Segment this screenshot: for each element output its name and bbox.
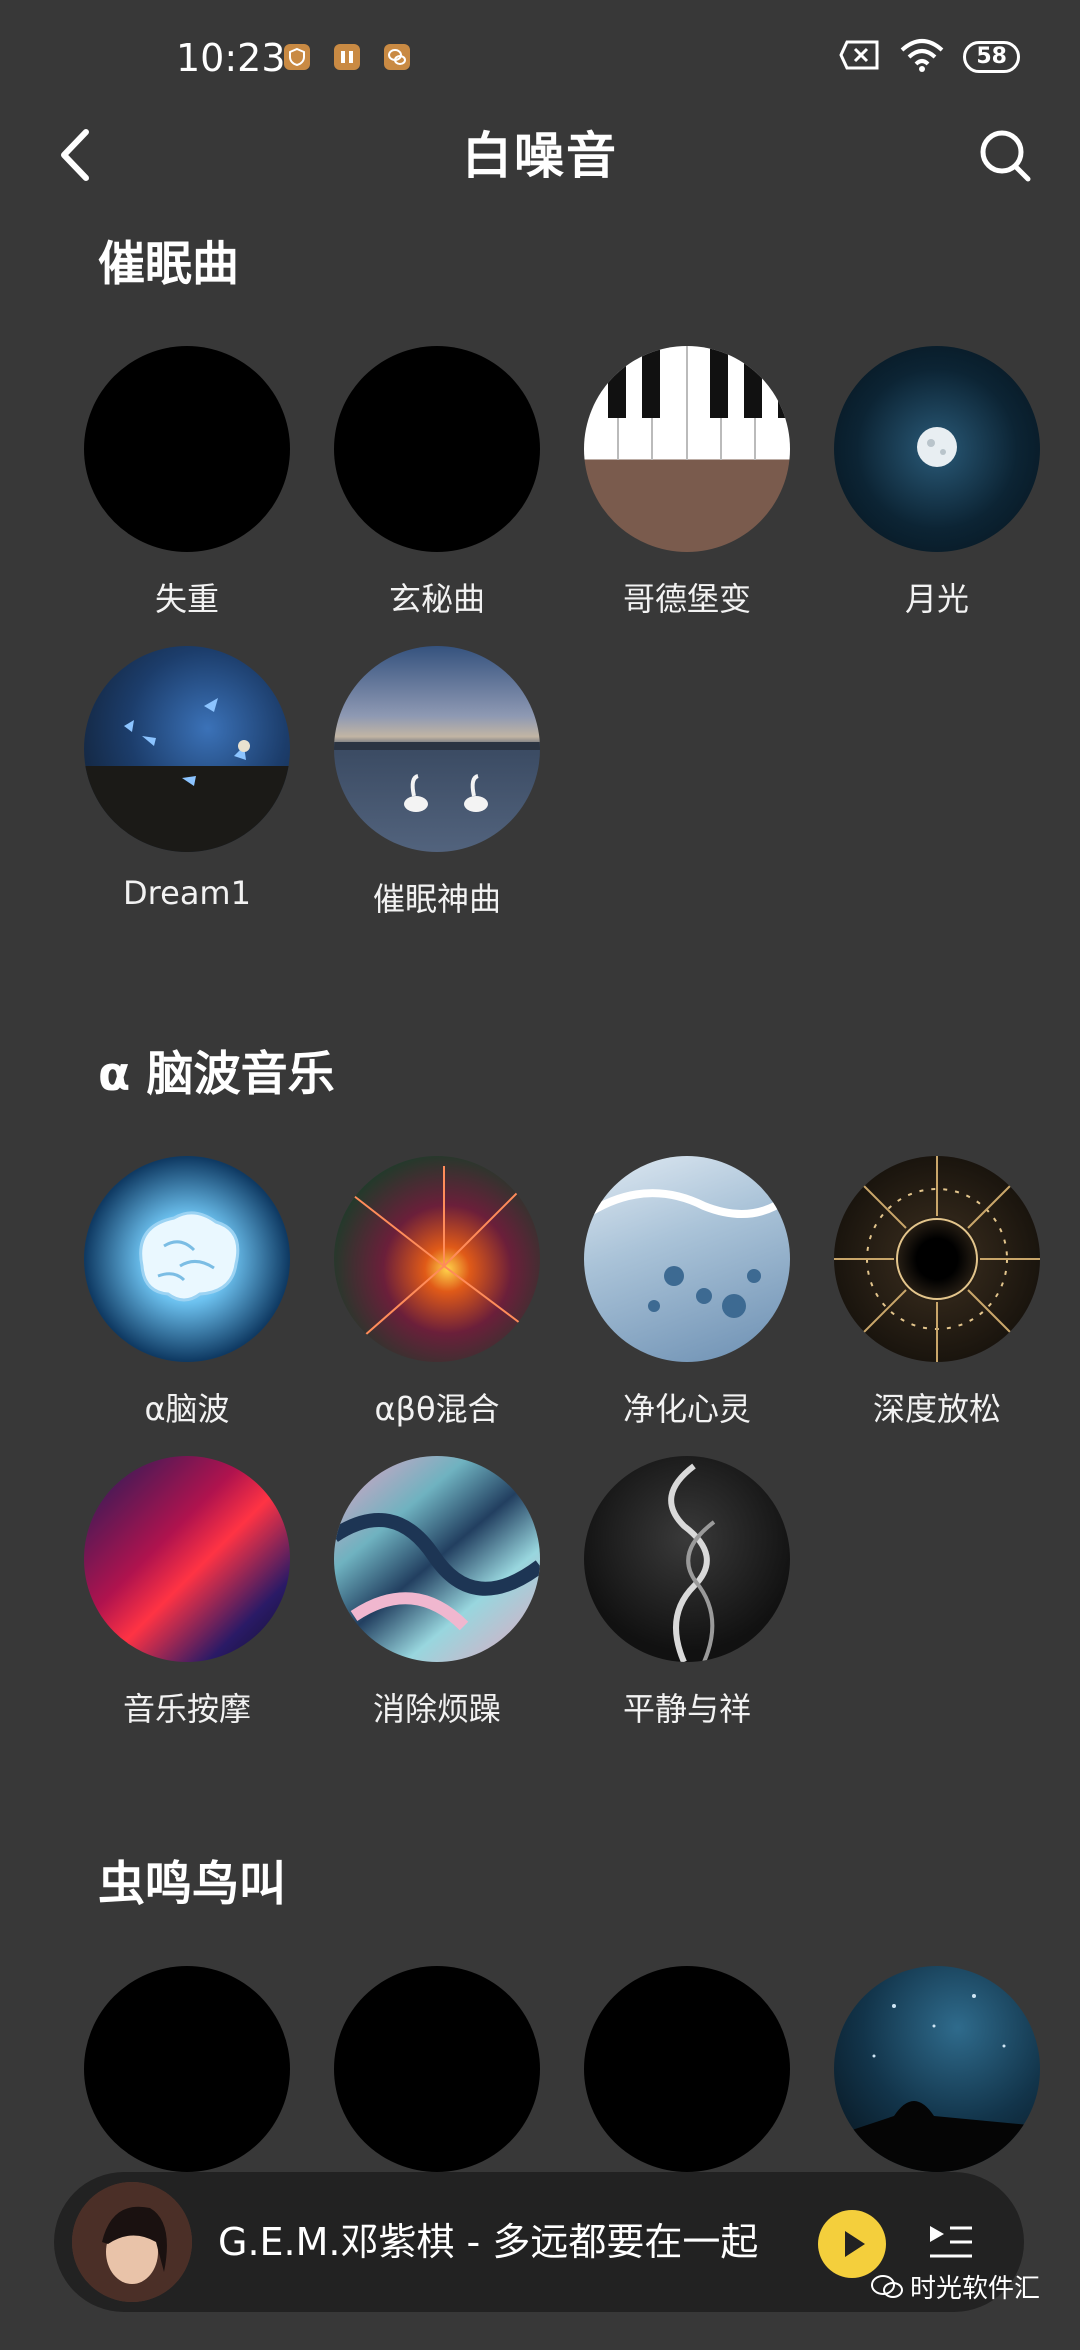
section-lullaby: 催眠曲 失重 玄秘曲 哥德堡变 月光 Dream1 催眠神曲 [62, 220, 1080, 946]
piano-keys-thumbnail [584, 346, 790, 552]
watermark-text: 时光软件汇 [910, 2274, 1041, 2304]
battery-indicator: 58 [963, 41, 1020, 73]
search-button[interactable] [972, 120, 1040, 190]
particles-thumbnail [334, 1156, 540, 1362]
playlist-icon [930, 2226, 972, 2258]
sound-item[interactable]: 消除烦躁 [312, 1456, 562, 1756]
sound-label: 催眠神曲 [372, 880, 501, 918]
sound-label: 平静与祥 [622, 1690, 751, 1728]
sound-label: 净化心灵 [622, 1390, 751, 1428]
sound-item[interactable]: Dream1 [62, 646, 312, 946]
item-grid: α脑波 αβθ混合 净化心灵 深度放松 音乐按摩 消除烦躁 平静与祥 [62, 1156, 1062, 1756]
sound-item[interactable]: 月光 [812, 346, 1062, 646]
wifi-icon [899, 38, 945, 76]
sound-label: α脑波 [144, 1390, 230, 1428]
sound-label: 月光 [904, 580, 969, 618]
shield-notification-icon [284, 44, 310, 70]
sound-item[interactable]: 失重 [62, 346, 312, 646]
playlist-button[interactable] [924, 2216, 978, 2270]
sound-label: 音乐按摩 [122, 1690, 251, 1728]
sound-item[interactable]: 玄秘曲 [312, 346, 562, 646]
smoke-thumbnail [584, 1456, 790, 1662]
section-title: 催眠曲 [98, 237, 239, 292]
sound-item[interactable]: 净化心灵 [562, 1156, 812, 1456]
album-cover[interactable] [72, 2182, 192, 2302]
sound-label: 玄秘曲 [388, 580, 485, 618]
brain-thumbnail [84, 1156, 290, 1362]
water-splash-thumbnail [584, 1156, 790, 1362]
sound-label: αβθ混合 [374, 1390, 500, 1428]
sound-thumbnail [84, 1966, 290, 2172]
marble-fluid-thumbnail [334, 1456, 540, 1662]
section-alpha-waves: α 脑波音乐 α脑波 αβθ混合 净化心灵 深度放松 音乐按摩 消除烦躁 平静与… [62, 1030, 1080, 1756]
sound-item[interactable]: 哥德堡变 [562, 346, 812, 646]
section-title: α 脑波音乐 [98, 1047, 335, 1102]
page-title: 白噪音 [462, 127, 618, 185]
section-title: 虫鸣鸟叫 [98, 1857, 286, 1912]
sound-label: 消除烦躁 [372, 1690, 501, 1728]
app-notification-icon [334, 44, 360, 70]
search-icon [980, 130, 1031, 182]
system-icons: 58 [839, 38, 1020, 76]
sound-label: 失重 [154, 580, 219, 618]
sound-item[interactable]: α脑波 [62, 1156, 312, 1456]
sound-thumbnail [334, 1966, 540, 2172]
no-sim-icon [839, 40, 881, 74]
butterflies-thumbnail [84, 646, 290, 852]
item-grid: 失重 玄秘曲 哥德堡变 月光 Dream1 催眠神曲 [62, 346, 1062, 946]
content: 催眠曲 失重 玄秘曲 哥德堡变 月光 Dream1 催眠神曲 α 脑波音乐 α脑… [0, 220, 1080, 2350]
sound-item[interactable]: 音乐按摩 [62, 1456, 312, 1756]
moon-thumbnail [834, 346, 1040, 552]
sound-thumbnail [584, 1966, 790, 2172]
swans-lake-thumbnail [334, 646, 540, 852]
sound-label: 深度放松 [872, 1390, 1001, 1428]
sound-thumbnail [334, 346, 540, 552]
sound-item[interactable]: 催眠神曲 [312, 646, 562, 946]
sound-item[interactable]: 深度放松 [812, 1156, 1062, 1456]
red-light-thumbnail [84, 1456, 290, 1662]
watermark: 时光软件汇 [870, 2268, 1040, 2305]
sound-label: Dream1 [123, 874, 251, 912]
now-playing-title[interactable]: G.E.M.邓紫棋 - 多远都要在一起 [218, 2172, 758, 2312]
night-sky-thumbnail [834, 1966, 1040, 2172]
sound-label: 哥德堡变 [622, 580, 751, 618]
status-bar: 10:23 58 [0, 0, 1080, 110]
sound-item[interactable]: αβθ混合 [312, 1156, 562, 1456]
wechat-icon [871, 2274, 903, 2298]
tunnel-thumbnail [834, 1156, 1040, 1362]
wechat-notification-icon [384, 44, 410, 70]
status-time: 10:23 [176, 36, 286, 80]
sound-item[interactable]: 平静与祥 [562, 1456, 812, 1756]
sound-thumbnail [84, 346, 290, 552]
